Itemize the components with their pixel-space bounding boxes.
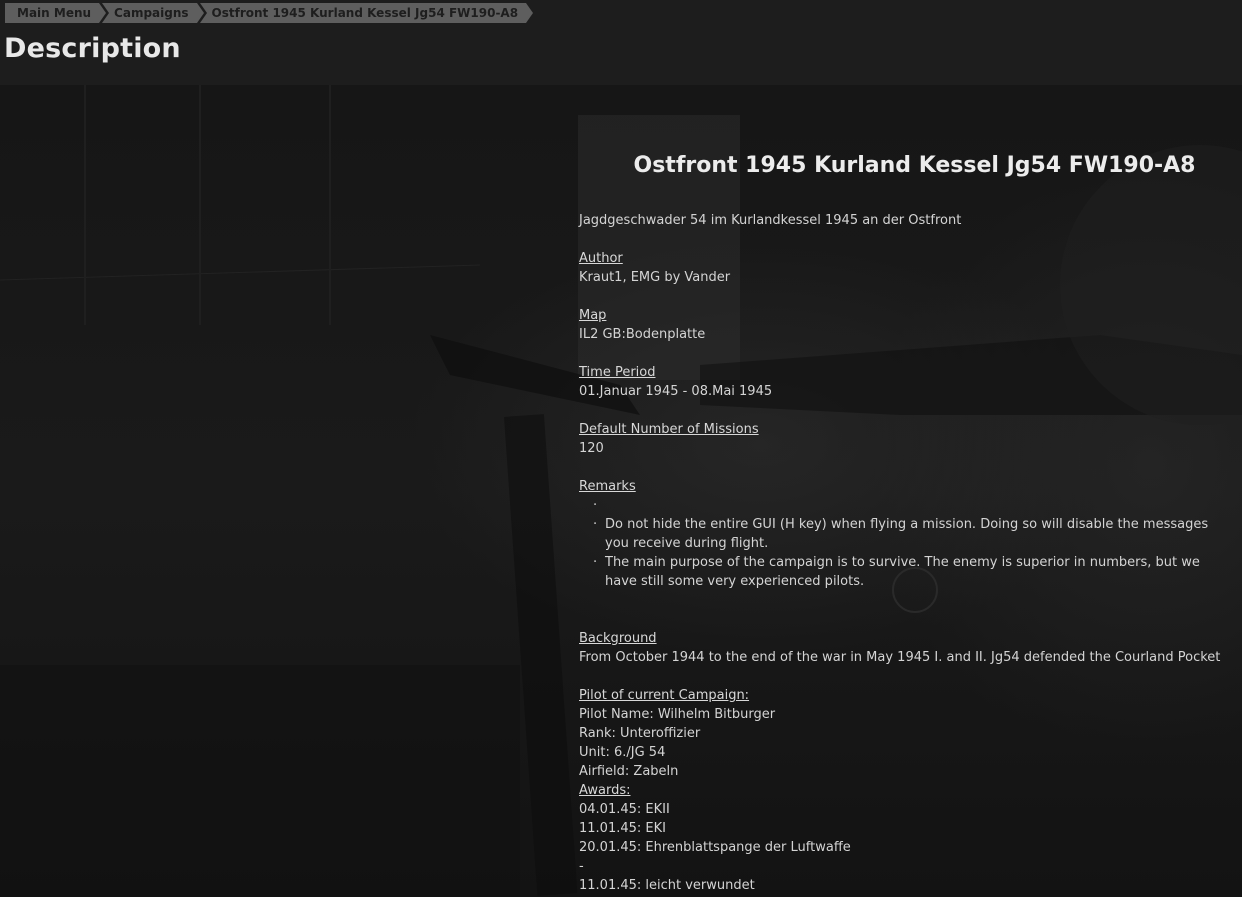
remarks-list: Do not hide the entire GUI (H key) when … [579, 496, 1234, 591]
missions-section: Default Number of Missions 120 [579, 420, 1234, 458]
background-section: Background From October 1944 to the end … [579, 629, 1234, 667]
breadcrumb-campaigns[interactable]: Campaigns [102, 3, 205, 23]
author-heading: Author [579, 251, 623, 266]
campaign-title: Ostfront 1945 Kurland Kessel Jg54 FW190-… [633, 153, 1196, 178]
campaign-subtitle: Jagdgeschwader 54 im Kurlandkessel 1945 … [579, 213, 962, 228]
missions-heading: Default Number of Missions [579, 422, 759, 437]
pilot-airfield: Airfield: Zabeln [579, 764, 679, 779]
page-title: Description [4, 33, 181, 64]
list-item: Do not hide the entire GUI (H key) when … [593, 515, 1234, 553]
pilot-rank: Rank: Unteroffizier [579, 726, 701, 741]
author-value: Kraut1, EMG by Vander [579, 270, 731, 285]
time-period-section: Time Period 01.Januar 1945 - 08.Mai 1945 [579, 363, 1234, 401]
wound-item: 11.01.45: leicht verwundet [579, 878, 755, 893]
author-section: Author Kraut1, EMG by Vander [579, 249, 1234, 287]
time-period-heading: Time Period [579, 365, 656, 380]
remarks-section: Remarks Do not hide the entire GUI (H ke… [579, 477, 1234, 591]
breadcrumb-main-menu[interactable]: Main Menu [5, 3, 107, 23]
awards-heading: Awards: [579, 783, 631, 798]
map-heading: Map [579, 308, 607, 323]
time-period-value: 01.Januar 1945 - 08.Mai 1945 [579, 384, 773, 399]
list-item: The main purpose of the campaign is to s… [593, 553, 1234, 591]
remarks-heading: Remarks [579, 479, 636, 494]
missions-value: 120 [579, 441, 604, 456]
award-item: 04.01.45: EKII [579, 802, 670, 817]
breadcrumb: Main Menu Campaigns Ostfront 1945 Kurlan… [5, 3, 533, 23]
pilot-section: Pilot of current Campaign: Pilot Name: W… [579, 686, 1234, 897]
breadcrumb-current-campaign[interactable]: Ostfront 1945 Kurland Kessel Jg54 FW190-… [199, 3, 533, 23]
map-section: Map IL2 GB:Bodenplatte [579, 306, 1234, 344]
description-panel: Ostfront 1945 Kurland Kessel Jg54 FW190-… [579, 150, 1234, 897]
pilot-unit: Unit: 6./JG 54 [579, 745, 666, 760]
separator-text: - [579, 859, 584, 874]
top-bar: Main Menu Campaigns Ostfront 1945 Kurlan… [0, 0, 1242, 85]
pilot-heading: Pilot of current Campaign: [579, 688, 750, 703]
list-item [593, 496, 1234, 515]
background-heading: Background [579, 631, 657, 646]
award-item: 11.01.45: EKI [579, 821, 666, 836]
pilot-name: Pilot Name: Wilhelm Bitburger [579, 707, 776, 722]
map-value: IL2 GB:Bodenplatte [579, 327, 706, 342]
award-item: 20.01.45: Ehrenblattspange der Luftwaffe [579, 840, 851, 855]
background-value: From October 1944 to the end of the war … [579, 650, 1221, 665]
campaign-description-screen: Main Menu Campaigns Ostfront 1945 Kurlan… [0, 0, 1242, 897]
